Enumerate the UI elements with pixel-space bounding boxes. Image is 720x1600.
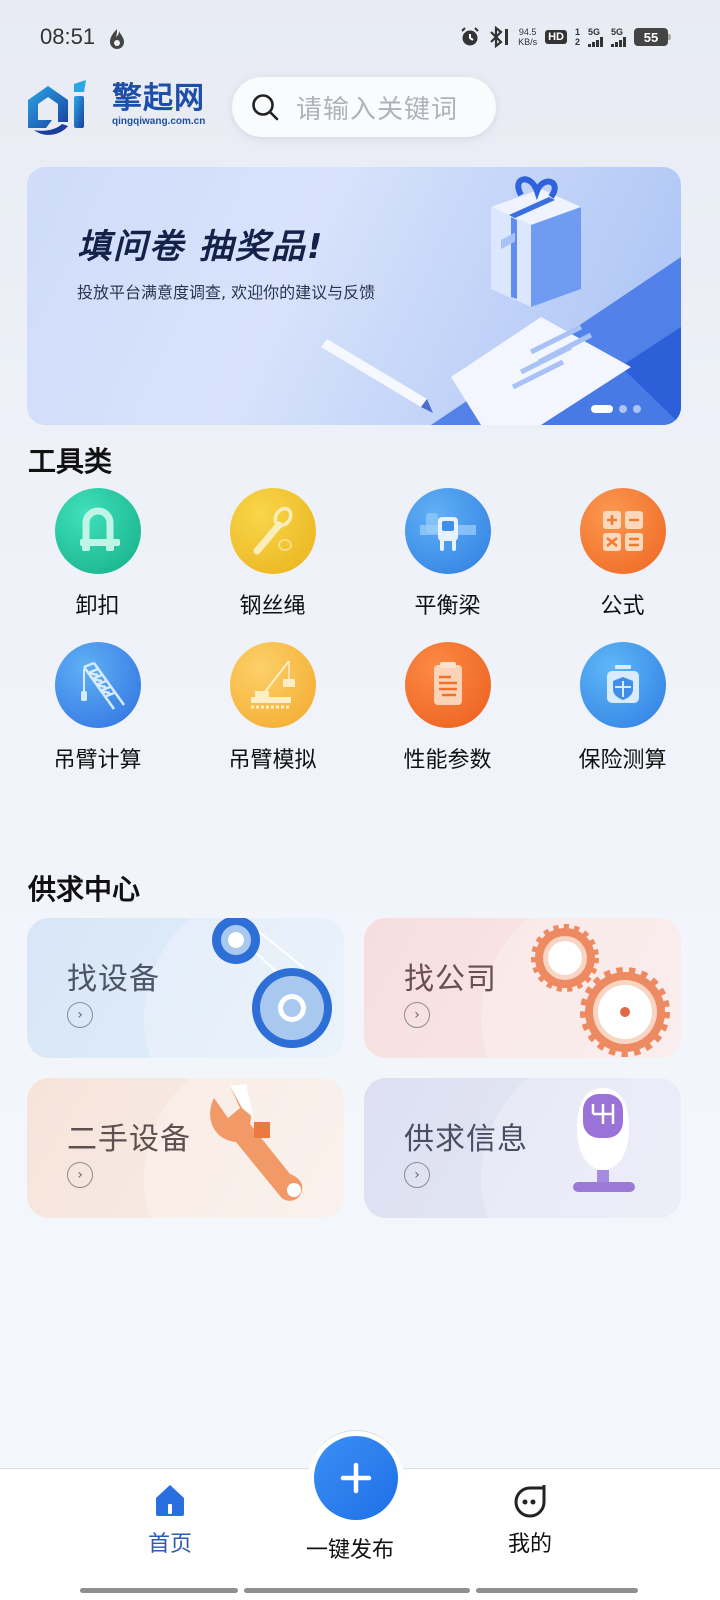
nav-mine[interactable]: 我的 xyxy=(508,1480,552,1558)
tools-grid: 卸扣 钢丝绳 平衡梁 公式 吊臂计算 吊臂模拟 性能参数 保险测算 xyxy=(0,488,720,774)
gesture-bar xyxy=(244,1588,470,1593)
nav-publish-label: 一键发布 xyxy=(306,1538,395,1563)
shield-icon xyxy=(579,642,666,728)
tool-label: 吊臂模拟 xyxy=(228,748,317,773)
tool-label: 卸扣 xyxy=(75,594,120,619)
card-used-equipment[interactable]: 二手设备 › xyxy=(27,1078,344,1218)
sim-indicator: 1 2 xyxy=(574,27,580,47)
carousel-dot-active[interactable] xyxy=(591,405,613,413)
carousel-dot[interactable] xyxy=(633,405,641,413)
tool-balance-beam[interactable]: 平衡梁 xyxy=(360,488,535,620)
tool-label: 钢丝绳 xyxy=(239,594,306,619)
banner-title: 填问卷 抽奖品! xyxy=(77,227,325,267)
card-title: 找公司 xyxy=(404,962,497,997)
gear-shift-icon xyxy=(573,1088,635,1192)
card-title: 找设备 xyxy=(67,962,160,997)
battery-icon: 55 xyxy=(634,28,671,46)
tool-shackle[interactable]: 卸扣 xyxy=(10,488,185,620)
supply-cards: 找设备 › 找公司 › 二手设备 › 供求信息 › xyxy=(27,918,681,1218)
tool-boom-simulation[interactable]: 吊臂模拟 xyxy=(185,642,360,774)
chevron-right-icon: › xyxy=(404,1162,430,1188)
plus-icon xyxy=(340,1462,372,1494)
search-input[interactable]: 请输入关键词 xyxy=(232,77,496,137)
card-supply-info[interactable]: 供求信息 › xyxy=(364,1078,681,1218)
tool-label: 平衡梁 xyxy=(414,594,481,619)
tools-section-title: 工具类 xyxy=(28,445,113,478)
tool-label: 吊臂计算 xyxy=(53,748,142,773)
status-time: 08:51 xyxy=(40,24,96,49)
supply-section-title: 供求中心 xyxy=(28,873,141,906)
tool-boom-calc[interactable]: 吊臂计算 xyxy=(10,642,185,774)
calculator-icon xyxy=(579,488,666,574)
network-speed: 94.5 KB/s xyxy=(518,27,538,47)
gesture-bar xyxy=(80,1588,238,1593)
wire-rope-icon xyxy=(229,488,316,574)
promo-banner[interactable]: 填问卷 抽奖品! 投放平台满意度调查, 欢迎你的建议与反馈 xyxy=(27,167,681,425)
gesture-bar xyxy=(476,1588,638,1593)
signal-5g-sim2-icon: 5G xyxy=(611,27,626,47)
tool-label: 公式 xyxy=(600,594,645,619)
hd-voice-badge: HD xyxy=(545,30,567,44)
signal-5g-sim1-icon: 5G xyxy=(588,27,603,47)
app-header: 擎起网 qingqiwang.com.cn 请输入关键词 xyxy=(0,72,720,142)
carousel-dot[interactable] xyxy=(619,405,627,413)
nav-mine-label: 我的 xyxy=(508,1532,553,1557)
logo-icon xyxy=(28,80,86,135)
card-title: 供求信息 xyxy=(404,1122,528,1157)
search-icon xyxy=(252,94,279,121)
crane-simulation-icon xyxy=(229,642,316,728)
balance-beam-icon xyxy=(404,488,491,574)
chevron-right-icon: › xyxy=(67,1002,93,1028)
status-bar: 08:51 94.5 KB/s HD 1 2 5G 5G 55 xyxy=(0,22,720,58)
crane-boom-icon xyxy=(54,642,141,728)
card-title: 二手设备 xyxy=(67,1122,191,1157)
pulley-icon xyxy=(212,918,332,1048)
carousel-indicator xyxy=(591,405,641,413)
search-placeholder: 请输入关键词 xyxy=(296,94,459,125)
tool-wire-rope[interactable]: 钢丝绳 xyxy=(185,488,360,620)
bluetooth-icon xyxy=(488,26,510,48)
tool-label: 性能参数 xyxy=(403,748,492,773)
chevron-right-icon: › xyxy=(404,1002,430,1028)
nav-home[interactable]: 首页 xyxy=(148,1480,192,1558)
tool-formula[interactable]: 公式 xyxy=(535,488,710,620)
card-find-equipment[interactable]: 找设备 › xyxy=(27,918,344,1058)
alarm-icon xyxy=(460,27,480,47)
chevron-right-icon: › xyxy=(67,1162,93,1188)
app-notification-icon xyxy=(110,29,124,49)
nav-publish[interactable]: 一键发布 xyxy=(306,1532,394,1564)
card-find-company[interactable]: 找公司 › xyxy=(364,918,681,1058)
logo-name: 擎起网 xyxy=(112,81,205,116)
logo-url: qingqiwang.com.cn xyxy=(112,116,206,127)
logo-text: 擎起网 qingqiwang.com.cn xyxy=(112,81,206,128)
tool-performance-params[interactable]: 性能参数 xyxy=(360,642,535,774)
home-icon xyxy=(156,1485,184,1516)
wrench-icon xyxy=(210,1084,303,1201)
banner-subtitle: 投放平台满意度调查, 欢迎你的建议与反馈 xyxy=(77,283,376,302)
publish-fab-button[interactable] xyxy=(314,1436,398,1520)
tool-label: 保险测算 xyxy=(578,748,667,773)
profile-icon xyxy=(514,1485,546,1518)
shackle-icon xyxy=(54,488,141,574)
tool-insurance-calc[interactable]: 保险测算 xyxy=(535,642,710,774)
gears-icon xyxy=(531,924,670,1057)
nav-home-label: 首页 xyxy=(148,1532,193,1557)
clipboard-icon xyxy=(404,642,491,728)
